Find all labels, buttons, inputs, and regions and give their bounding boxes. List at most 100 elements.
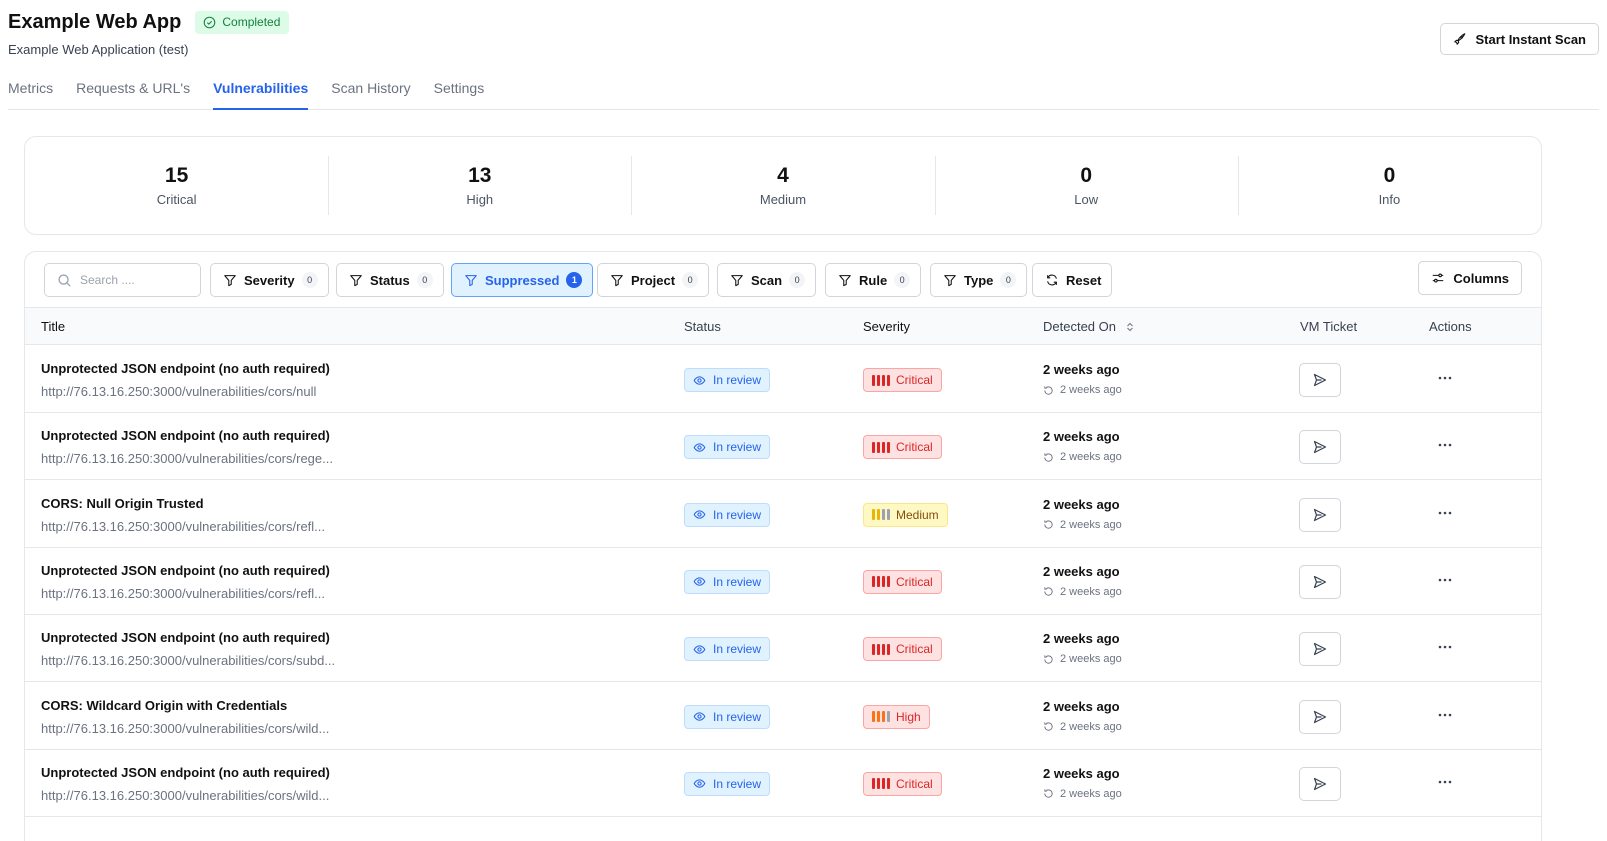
eye-icon [693, 712, 706, 721]
severity-bars-icon [872, 711, 890, 722]
rocket-icon [1454, 33, 1466, 45]
eye-icon [693, 510, 706, 519]
last-seen-label: 2 weeks ago [1060, 653, 1122, 666]
last-seen-label: 2 weeks ago [1060, 518, 1122, 531]
eye-icon [693, 577, 706, 587]
sort-icon[interactable] [1126, 322, 1134, 332]
more-horizontal-icon [1438, 780, 1452, 784]
more-actions-button[interactable] [1435, 572, 1455, 588]
vulnerability-title[interactable]: Unprotected JSON endpoint (no auth requi… [41, 428, 330, 443]
last-seen: 2 weeks ago [1043, 451, 1122, 463]
send-ticket-button[interactable] [1299, 766, 1341, 801]
search-box[interactable] [44, 263, 201, 297]
more-actions-button[interactable] [1435, 774, 1455, 790]
tab-scan-history[interactable]: Scan History [331, 70, 410, 110]
severity-badge: Critical [863, 569, 942, 594]
start-instant-scan-label: Start Instant Scan [1475, 31, 1586, 47]
column-header-status[interactable]: Status [684, 308, 721, 345]
tab-settings[interactable]: Settings [434, 70, 485, 110]
vulnerability-title[interactable]: Unprotected JSON endpoint (no auth requi… [41, 630, 330, 645]
table-row[interactable]: Unprotected JSON endpoint (no auth requi… [25, 346, 1541, 413]
tab-requests-urls[interactable]: Requests & URL's [76, 70, 190, 110]
stat-label: Medium [759, 192, 807, 207]
last-seen-label: 2 weeks ago [1060, 720, 1122, 733]
scan-filter-button[interactable]: Scan 0 [717, 263, 817, 297]
stat-high: 13 High [328, 156, 631, 215]
vulnerability-title[interactable]: CORS: Null Origin Trusted [41, 496, 204, 511]
table-row[interactable]: Unprotected JSON endpoint (no auth requi… [25, 615, 1541, 683]
status-badge: In review [684, 637, 771, 662]
vulnerability-url: http://76.13.16.250:3000/vulnerabilities… [41, 451, 333, 467]
status-badge: In review [684, 435, 771, 460]
more-actions-button[interactable] [1435, 707, 1455, 723]
detected-on: 2 weeks ago [1043, 765, 1120, 781]
start-instant-scan-button[interactable]: Start Instant Scan [1440, 23, 1599, 55]
vulnerability-title[interactable]: CORS: Wildcard Origin with Credentials [41, 698, 287, 713]
severity-filter-button[interactable]: Severity 0 [210, 263, 329, 297]
vulnerability-url: http://76.13.16.250:3000/vulnerabilities… [41, 653, 336, 669]
last-seen-label: 2 weeks ago [1060, 384, 1122, 396]
status-badge: In review [684, 771, 771, 796]
stat-label: High [466, 192, 494, 207]
project-filter-button[interactable]: Project 0 [597, 263, 710, 297]
column-header-detected-on[interactable]: Detected On [1043, 308, 1134, 345]
more-actions-button[interactable] [1435, 437, 1455, 453]
filter-icon [611, 275, 623, 287]
status-label: In review [713, 507, 762, 522]
send-ticket-button[interactable] [1299, 363, 1341, 397]
more-actions-button[interactable] [1435, 639, 1455, 655]
more-horizontal-icon [1438, 645, 1452, 649]
column-header-severity[interactable]: Severity [863, 308, 910, 345]
suppressed-filter-button[interactable]: Suppressed 1 [451, 263, 594, 297]
filter-label: Scan [751, 272, 783, 288]
vulnerability-title[interactable]: Unprotected JSON endpoint (no auth requi… [41, 563, 330, 578]
more-actions-button[interactable] [1435, 370, 1455, 386]
stat-medium: 4 Medium [631, 156, 934, 215]
severity-label: Medium [896, 507, 939, 522]
severity-badge: Critical [863, 637, 942, 662]
type-filter-button[interactable]: Type 0 [930, 263, 1028, 297]
send-icon [1313, 777, 1327, 790]
table-row[interactable]: Unprotected JSON endpoint (no auth requi… [25, 413, 1541, 481]
severity-bars-icon [872, 441, 890, 453]
columns-button[interactable]: Columns [1418, 261, 1522, 295]
app-title: Example Web App [8, 11, 182, 33]
history-icon [1044, 453, 1053, 462]
filter-count-badge: 0 [682, 272, 699, 288]
send-ticket-button[interactable] [1299, 430, 1341, 465]
status-filter-button[interactable]: Status 0 [336, 263, 444, 297]
filter-icon [350, 275, 362, 287]
filter-count-badge: 0 [789, 272, 806, 288]
send-ticket-button[interactable] [1299, 497, 1341, 532]
table-header: Title Status Severity Detected On VM Tic… [25, 307, 1541, 345]
detected-on: 2 weeks ago [1043, 362, 1120, 377]
table-row[interactable]: CORS: Wildcard Origin with Credentials ht… [25, 683, 1541, 750]
filter-label: Status [370, 272, 410, 288]
rule-filter-button[interactable]: Rule 0 [825, 263, 922, 297]
more-actions-button[interactable] [1435, 505, 1455, 521]
detected-on: 2 weeks ago [1043, 563, 1120, 579]
send-icon [1313, 373, 1327, 387]
tab-vulnerabilities[interactable]: Vulnerabilities [213, 70, 309, 110]
severity-label: Critical [896, 776, 933, 791]
send-ticket-button[interactable] [1299, 564, 1341, 599]
filter-label: Suppressed [485, 272, 560, 288]
severity-badge: High [863, 704, 930, 729]
table-row[interactable]: Unprotected JSON endpoint (no auth requi… [25, 548, 1541, 615]
search-input[interactable] [80, 273, 190, 287]
vulnerability-title[interactable]: Unprotected JSON endpoint (no auth requi… [41, 361, 330, 376]
table-row[interactable]: Unprotected JSON endpoint (no auth requi… [25, 750, 1541, 817]
send-ticket-button[interactable] [1299, 632, 1341, 667]
vulnerability-title[interactable]: Unprotected JSON endpoint (no auth requi… [41, 765, 330, 780]
last-seen: 2 weeks ago [1043, 384, 1122, 396]
column-header-title[interactable]: Title [41, 308, 65, 345]
filter-count-badge: 0 [1000, 272, 1017, 288]
severity-bars-icon [872, 374, 890, 386]
tab-metrics[interactable]: Metrics [8, 70, 53, 110]
stat-low: 0 Low [934, 156, 1238, 215]
eye-icon [693, 779, 706, 788]
last-seen: 2 weeks ago [1043, 519, 1122, 531]
reset-button[interactable]: Reset [1032, 263, 1113, 297]
send-ticket-button[interactable] [1299, 699, 1341, 734]
table-row[interactable]: CORS: Null Origin Trusted http://76.13.16… [25, 481, 1541, 548]
